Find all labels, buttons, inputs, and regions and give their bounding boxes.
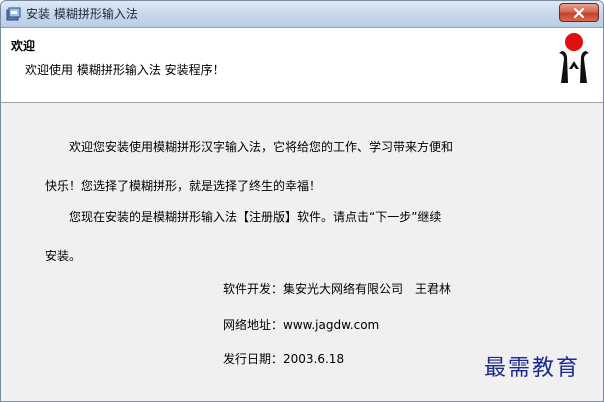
page-subtitle: 欢迎使用 模糊拼形输入法 安装程序！ bbox=[25, 63, 225, 77]
welcome-text-line-2: 快乐！您选择了模糊拼形，就是选择了终生的幸福！ bbox=[45, 179, 322, 193]
title-bar[interactable]: 安装 模糊拼形输入法 bbox=[1, 1, 603, 28]
page-title: 欢迎 bbox=[11, 39, 36, 53]
close-button[interactable] bbox=[559, 3, 599, 22]
header-panel: 欢迎 欢迎使用 模糊拼形输入法 安装程序！ bbox=[1, 28, 603, 103]
developer-info: 软件开发：集安光大网络有限公司 王君林 bbox=[223, 282, 452, 296]
window-title: 安装 模糊拼形输入法 bbox=[26, 7, 138, 21]
welcome-text-line-1: 欢迎您安装使用模糊拼形汉字输入法，它将给您的工作、学习带来方便和 bbox=[69, 140, 454, 154]
version-text-line-1: 您现在安装的是模糊拼形输入法【注册版】软件。请点击“下一步”继续 bbox=[69, 210, 442, 224]
installer-window: 安装 模糊拼形输入法 欢迎 欢迎使用 模糊拼形输入法 安装程序！ 欢迎您安装使用… bbox=[0, 0, 604, 402]
installer-icon bbox=[6, 6, 22, 22]
website-info: 网络地址：www.jagdw.com bbox=[223, 318, 380, 332]
version-text-line-2: 安装。 bbox=[45, 249, 82, 263]
close-icon bbox=[574, 8, 584, 18]
brand-logo bbox=[559, 33, 589, 83]
release-date-info: 发行日期：2003.6.18 bbox=[223, 352, 345, 366]
watermark-text: 最需教育 bbox=[484, 356, 581, 381]
